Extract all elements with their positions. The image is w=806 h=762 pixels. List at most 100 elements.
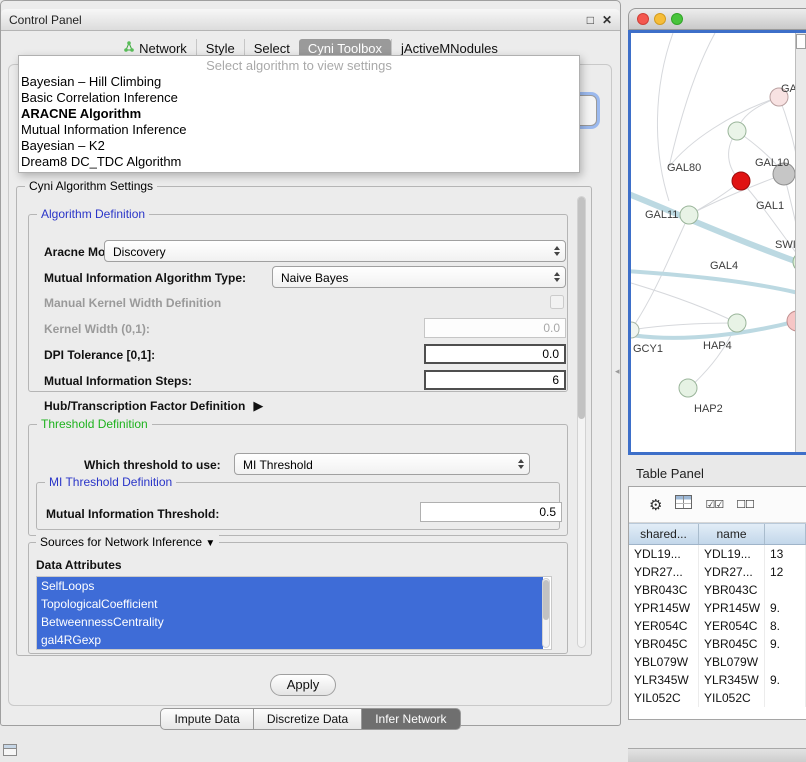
control-panel-titlebar[interactable]: Control Panel □ ✕ (1, 9, 620, 31)
table-row[interactable]: YIL052CYIL052C (629, 689, 806, 707)
network-node[interactable] (680, 206, 698, 224)
network-view[interactable]: GAL7 GAL80 GAL10 GAL11 GAL1 SWI4 GAL4 GC… (628, 30, 806, 455)
network-node[interactable] (787, 311, 795, 331)
network-node-label: GAL11 (645, 209, 678, 221)
column-header-extra[interactable] (765, 524, 806, 544)
network-node-label: SWI4 (775, 239, 795, 251)
dropdown-option[interactable]: Bayesian – Hill Climbing (19, 74, 579, 90)
settings-scrollbar-thumb[interactable] (578, 197, 585, 419)
group-title: Cyni Algorithm Settings (25, 179, 157, 193)
list-item[interactable]: BetweennessCentrality (37, 613, 543, 631)
table-row[interactable]: YBR043CYBR043C (629, 581, 806, 599)
mi-type-combo[interactable]: Naive Bayes (272, 266, 566, 288)
hub-definition-section[interactable]: Hub/Transcription Factor Definition ▶ (44, 398, 263, 414)
dropdown-option-selected[interactable]: ARACNE Algorithm (19, 106, 579, 122)
mi-threshold-field[interactable] (420, 502, 562, 522)
network-node-label: GAL80 (667, 162, 701, 174)
sources-group-title[interactable]: Sources for Network Inference ▼ (36, 535, 219, 549)
network-node-label: HAP4 (703, 340, 732, 352)
table-row[interactable]: YDR27...YDR27...12 (629, 563, 806, 581)
network-node[interactable] (728, 122, 746, 140)
cell: YIL052C (629, 689, 699, 707)
cell: YDL19... (629, 545, 699, 563)
cell (765, 653, 806, 671)
network-window-titlebar[interactable] (628, 8, 806, 30)
table-row[interactable]: YBL079WYBL079W (629, 653, 806, 671)
table-mode-icon[interactable] (675, 495, 692, 514)
zoom-traffic-light[interactable] (671, 13, 683, 25)
dropdown-option[interactable]: Bayesian – K2 (19, 138, 579, 154)
minimize-traffic-light[interactable] (654, 13, 666, 25)
spinner-arrows-icon (513, 454, 529, 474)
close-icon[interactable]: ✕ (602, 13, 612, 27)
hide-columns-icon[interactable]: ☐☐ (736, 498, 754, 511)
dpi-tolerance-field[interactable] (424, 344, 566, 364)
tab-label: Select (254, 41, 290, 56)
which-threshold-combo[interactable]: MI Threshold (234, 453, 530, 475)
tab-label: jActiveMNodules (401, 41, 498, 56)
combo-value: MI Threshold (235, 454, 513, 474)
float-window-icon[interactable]: □ (587, 13, 594, 27)
dropdown-placeholder: Select algorithm to view settings (19, 57, 579, 74)
cell: YDR27... (699, 563, 765, 581)
cell: YBL079W (629, 653, 699, 671)
tab-impute-data[interactable]: Impute Data (160, 708, 253, 730)
table-panel-title: Table Panel (636, 466, 704, 481)
desktop: Control Panel □ ✕ Network Style Select C… (0, 0, 806, 762)
table-row[interactable]: YPR145WYPR145W9. (629, 599, 806, 617)
combo-value: Naive Bayes (273, 267, 549, 287)
network-scrollbar-thumb[interactable] (796, 34, 806, 49)
spinner-arrows-icon (549, 241, 565, 261)
dropdown-option[interactable]: Basic Correlation Inference (19, 90, 579, 106)
group-title: Algorithm Definition (37, 207, 149, 221)
cell: YIL052C (699, 689, 765, 707)
bottom-tab-bar: Impute Data Discretize Data Infer Networ… (0, 708, 621, 730)
table-body: YDL19...YDL19...13 YDR27...YDR27...12 YB… (629, 545, 806, 707)
spinner-arrows-icon (549, 267, 565, 287)
show-columns-icon[interactable]: ☑☑ (705, 498, 723, 511)
list-item[interactable]: SelfLoops (37, 577, 543, 595)
attribute-list-scrollbar[interactable] (542, 578, 550, 648)
mi-steps-field[interactable] (424, 370, 566, 390)
gear-icon[interactable]: ⚙ (649, 496, 662, 514)
dropdown-option[interactable]: Mutual Information Inference (19, 122, 579, 138)
aracne-mode-combo[interactable]: Discovery (104, 240, 566, 262)
list-item[interactable]: gal4RGexp (37, 631, 543, 649)
splitter-collapse-icon[interactable]: ◂ (615, 366, 620, 377)
tab-label: Cyni Toolbox (308, 41, 382, 56)
dpi-tolerance-label: DPI Tolerance [0,1]: (44, 348, 155, 362)
cell: 8. (765, 617, 806, 635)
cell: YBR045C (629, 635, 699, 653)
cell: 9. (765, 599, 806, 617)
cell: YER054C (629, 617, 699, 635)
table-row[interactable]: YBR045CYBR045C9. (629, 635, 806, 653)
panel-restore-icon[interactable] (3, 744, 17, 756)
collapse-triangle-icon[interactable]: ▼ (205, 538, 215, 549)
column-header-shared-name[interactable]: shared... (629, 524, 699, 544)
network-node-red[interactable] (732, 172, 750, 190)
tab-discretize-data[interactable]: Discretize Data (253, 708, 362, 730)
kernel-width-field[interactable] (424, 318, 566, 338)
cell: YDR27... (629, 563, 699, 581)
apply-button[interactable]: Apply (270, 674, 336, 696)
list-item[interactable]: TopologicalCoefficient (37, 595, 543, 613)
network-scrollbar[interactable] (795, 33, 806, 452)
table-row[interactable]: YLR345WYLR345W9. (629, 671, 806, 689)
cell: YBR043C (699, 581, 765, 599)
table-row[interactable]: YDL19...YDL19...13 (629, 545, 806, 563)
tab-label: Network (139, 41, 187, 56)
network-canvas[interactable]: GAL7 GAL80 GAL10 GAL11 GAL1 SWI4 GAL4 GC… (631, 33, 795, 452)
manual-kernel-checkbox[interactable] (550, 295, 564, 309)
network-node[interactable] (728, 314, 746, 332)
settings-scrollbar[interactable] (577, 196, 586, 648)
data-attributes-list[interactable]: SelfLoops TopologicalCoefficient Between… (36, 576, 552, 650)
attribute-list-scrollbar-thumb[interactable] (543, 580, 549, 620)
cell: YBR043C (629, 581, 699, 599)
tab-infer-network[interactable]: Infer Network (361, 708, 460, 730)
disclosure-triangle-icon[interactable]: ▶ (253, 398, 263, 414)
close-traffic-light[interactable] (637, 13, 649, 25)
table-row[interactable]: YER054CYER054C8. (629, 617, 806, 635)
column-header-name[interactable]: name (699, 524, 765, 544)
dropdown-option[interactable]: Dream8 DC_TDC Algorithm (19, 154, 579, 170)
network-node[interactable] (679, 379, 697, 397)
